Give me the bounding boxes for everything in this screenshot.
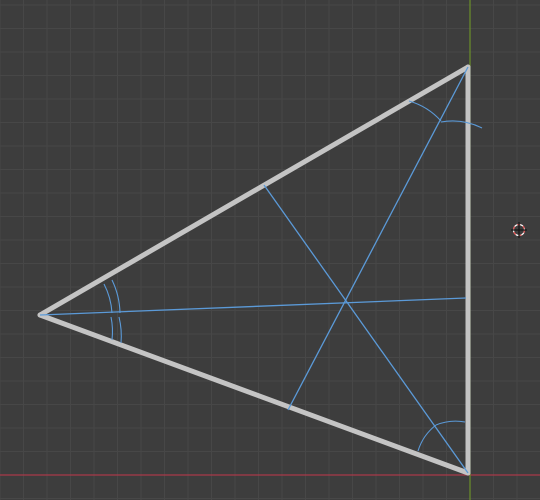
angle-arc-marks — [103, 100, 483, 452]
triangle-edge-left-bottom[interactable] — [37, 312, 471, 476]
bisector-from-bottom-vertex — [263, 184, 469, 474]
viewport-canvas[interactable] — [0, 0, 540, 500]
left-angle-arc-outer-bottom — [118, 316, 122, 344]
left-angle-arc-outer-top — [111, 279, 121, 314]
triangle-mesh[interactable] — [37, 64, 471, 476]
top-angle-arc-left — [408, 100, 442, 122]
bottom-angle-arc-left — [417, 424, 437, 452]
left-angle-arc-inner-top — [103, 283, 113, 314]
angle-bisectors — [39, 66, 469, 474]
bottom-angle-arc-right — [435, 420, 466, 426]
bisector-from-left-vertex — [39, 297, 467, 316]
3d-viewport[interactable] — [0, 0, 540, 500]
left-angle-arc-inner-bottom — [110, 316, 113, 341]
3d-cursor-icon[interactable] — [511, 222, 527, 238]
triangle-edge-left-top[interactable] — [37, 64, 471, 318]
